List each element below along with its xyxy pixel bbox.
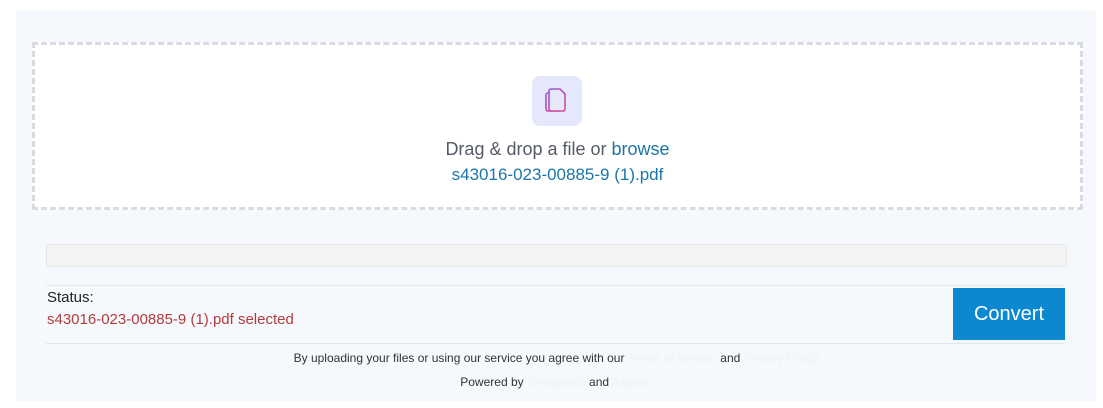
terms-of-service-link[interactable]: Terms of Service	[628, 351, 717, 365]
terms-prefix: By uploading your files or using our ser…	[293, 351, 625, 365]
converter-panel: Drag & drop a file or browse s43016-023-…	[16, 11, 1096, 401]
browse-link[interactable]: browse	[612, 139, 670, 159]
powered-prefix: Powered by	[460, 375, 524, 389]
status-label: Status:	[47, 289, 94, 306]
powered-by: Powered by Groupdocs and Aspose	[16, 375, 1096, 389]
conversion-progress-bar	[46, 244, 1067, 267]
drag-drop-text: Drag & drop a file or	[445, 139, 607, 159]
file-dropzone[interactable]: Drag & drop a file or browse s43016-023-…	[32, 42, 1083, 210]
document-stack-icon	[532, 76, 582, 126]
selected-file-name[interactable]: s43016-023-00885-9 (1).pdf	[35, 165, 1080, 185]
powered-and: and	[589, 375, 610, 389]
drag-drop-instructions: Drag & drop a file or browse	[35, 139, 1080, 160]
status-message: s43016-023-00885-9 (1).pdf selected	[47, 311, 294, 328]
terms-notice: By uploading your files or using our ser…	[16, 351, 1096, 365]
powered-link-aspose[interactable]: Aspose	[612, 375, 652, 389]
status-box: Status: s43016-023-00885-9 (1).pdf selec…	[46, 285, 1065, 344]
privacy-policy-link[interactable]: Privacy Policy	[744, 351, 819, 365]
powered-link-groupdocs[interactable]: Groupdocs	[527, 375, 586, 389]
convert-button[interactable]: Convert	[953, 288, 1065, 340]
terms-and: and	[720, 351, 741, 365]
